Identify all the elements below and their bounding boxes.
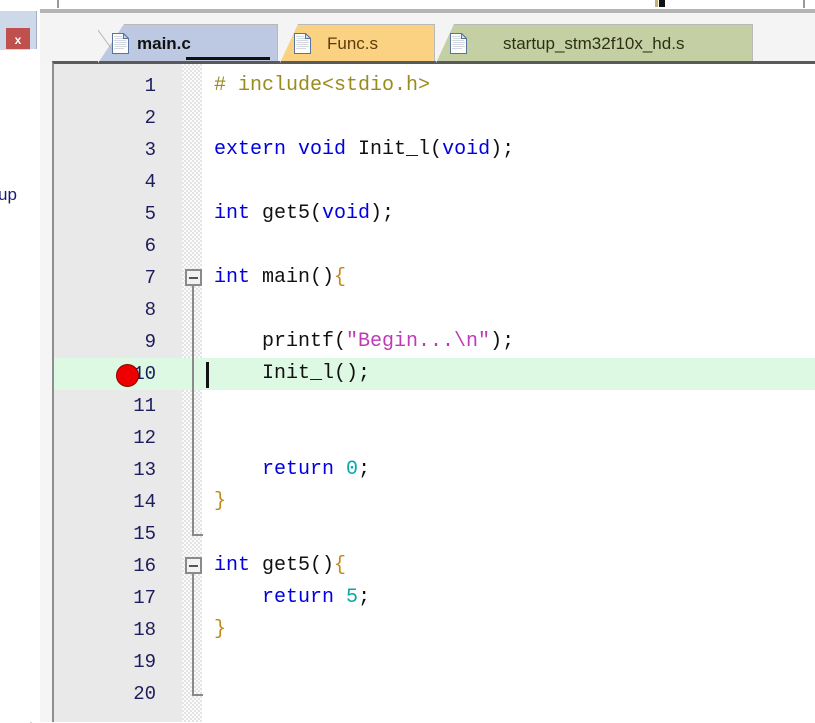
document-icon (294, 33, 311, 54)
tab-func-s[interactable]: Func.s (280, 24, 435, 63)
code-line-text: int get5(){ (214, 554, 347, 577)
editor-tabstrip: main.c Func.s startup_stm32f10x_hd.s (40, 11, 815, 63)
code-line-text: # include<stdio.h> (214, 74, 431, 97)
code-line-text: return 5; (262, 586, 371, 609)
code-line-text: int main(){ (214, 266, 347, 289)
fold-region-line (192, 286, 194, 534)
toolbar-tick-middle (659, 0, 665, 7)
code-line[interactable]: 9 printf("Begin...\n"); (54, 326, 815, 358)
editor-window: main.c Func.s startup_stm32f10x_hd.s 1 #… (40, 11, 815, 722)
tab-active-underline (186, 57, 270, 60)
left-panel-body: up (0, 49, 32, 723)
code-editor-pane[interactable]: 1 # include<stdio.h> 2 3 extern void Init_l(… (52, 61, 815, 722)
line-number: 13 (133, 459, 156, 481)
code-line[interactable]: 20 (54, 678, 815, 710)
tab-label: startup_stm32f10x_hd.s (503, 33, 685, 53)
tab-startup-stm32f10x-hd-s[interactable]: startup_stm32f10x_hd.s (436, 24, 753, 63)
code-line[interactable]: 13 return 0; (54, 454, 815, 486)
line-number: 7 (144, 267, 156, 289)
fold-region-line (192, 574, 194, 694)
line-number: 6 (144, 235, 156, 257)
code-line[interactable]: 1 # include<stdio.h> (54, 70, 815, 102)
line-number: 14 (133, 491, 156, 513)
code-line-text: return 0; (262, 458, 371, 481)
code-editor-surface: 1 # include<stdio.h> 2 3 extern void Init_l(… (54, 64, 815, 722)
code-line[interactable]: 19 (54, 646, 815, 678)
code-line[interactable]: 12 (54, 422, 815, 454)
line-number: 8 (144, 299, 156, 321)
left-panel-titlebar: x (0, 11, 37, 52)
line-number: 1 (144, 75, 156, 97)
code-line[interactable]: 11 (54, 390, 815, 422)
text-caret (206, 362, 209, 388)
code-line-text: int get5(void); (214, 202, 395, 225)
document-icon (450, 33, 467, 54)
fold-region-end (192, 534, 203, 536)
code-line[interactable]: 5 int get5(void); (54, 198, 815, 230)
line-number: 11 (133, 395, 156, 417)
line-number: 5 (144, 203, 156, 225)
line-number: 17 (133, 587, 156, 609)
line-number: 2 (144, 107, 156, 129)
document-icon (112, 33, 129, 54)
code-line-text: } (214, 618, 227, 641)
code-line-text: } (214, 490, 227, 513)
toolbar-tick-middle-accent (655, 0, 658, 7)
code-line[interactable]: 16 int get5(){ (54, 550, 815, 582)
fold-region-end (192, 694, 203, 696)
application-window: x up main.c Func.s startup_stm32f10x_hd.… (0, 0, 815, 723)
breakpoint-marker-icon[interactable] (116, 364, 139, 387)
line-number: 20 (133, 683, 156, 705)
code-line[interactable]: 17 return 5; (54, 582, 815, 614)
line-number: 10 (133, 363, 156, 385)
line-number: 16 (133, 555, 156, 577)
line-number: 3 (144, 139, 156, 161)
left-panel-gap (30, 49, 36, 722)
fold-collapse-icon[interactable] (185, 269, 202, 286)
tab-main-c[interactable]: main.c (98, 24, 278, 63)
code-line[interactable]: 14} (54, 486, 815, 518)
code-line[interactable]: 7 int main(){ (54, 262, 815, 294)
tab-label: Func.s (327, 33, 379, 53)
line-number: 4 (144, 171, 156, 193)
code-line[interactable]: 18} (54, 614, 815, 646)
code-line[interactable]: 6 (54, 230, 815, 262)
code-line[interactable]: 4 (54, 166, 815, 198)
code-line-text: extern void Init_l(void); (214, 138, 515, 161)
line-number: 18 (133, 619, 156, 641)
toolbar-tick-right (803, 0, 805, 8)
tab-label: main.c (137, 33, 191, 53)
line-number: 15 (133, 523, 156, 545)
left-panel-partial-label: up (0, 185, 17, 204)
line-number: 12 (133, 427, 156, 449)
code-line[interactable]: 10 Init_l(); (54, 358, 815, 390)
code-line[interactable]: 3 extern void Init_l(void); (54, 134, 815, 166)
toolbar-tick-left (57, 0, 59, 8)
fold-collapse-icon[interactable] (185, 557, 202, 574)
line-number: 9 (144, 331, 156, 353)
line-number: 19 (133, 651, 156, 673)
toolbar-edge-strip (0, 0, 815, 11)
code-line-text: Init_l(); (214, 362, 371, 385)
code-line[interactable]: 2 (54, 102, 815, 134)
code-line[interactable]: 8 (54, 294, 815, 326)
code-line-text: printf("Begin...\n"); (214, 330, 515, 353)
code-line[interactable]: 15 (54, 518, 815, 550)
